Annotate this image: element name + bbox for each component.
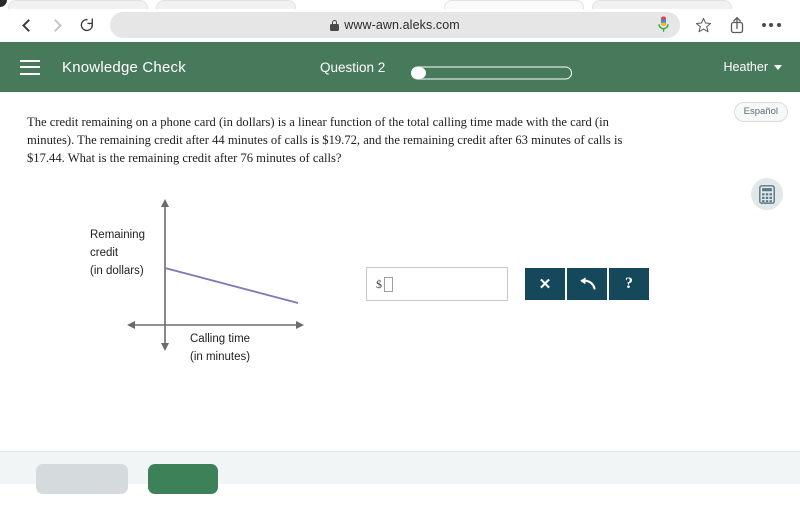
app-title: Knowledge Check bbox=[62, 58, 186, 76]
reload-button[interactable] bbox=[72, 10, 102, 40]
calculator-icon bbox=[759, 184, 775, 204]
forward-button[interactable] bbox=[42, 10, 72, 40]
chevron-left-icon bbox=[22, 18, 35, 32]
x-axis-arrow-right bbox=[296, 321, 304, 329]
footer-bar bbox=[0, 451, 800, 494]
star-icon bbox=[695, 17, 711, 32]
x-axis-label-line-1: Calling time bbox=[190, 333, 251, 345]
address-bar[interactable]: www-awn.aleks.com bbox=[110, 12, 680, 38]
address-bar-content: www-awn.aleks.com bbox=[330, 18, 460, 32]
question-line-1: The credit remaining on a phone card (in… bbox=[27, 115, 609, 129]
clear-button[interactable]: ✕ bbox=[524, 267, 566, 301]
user-name-label: Heather bbox=[723, 60, 768, 74]
help-icon: ? bbox=[625, 275, 633, 292]
chevron-down-icon bbox=[774, 64, 782, 70]
app-header: Knowledge Check Question 2 Heather bbox=[0, 42, 800, 92]
y-axis-arrow-down bbox=[161, 343, 169, 351]
hamburger-menu-icon[interactable] bbox=[20, 59, 40, 75]
data-line-series-0 bbox=[164, 267, 299, 304]
question-text: The credit remaining on a phone card (in… bbox=[27, 114, 692, 168]
answer-input[interactable]: $ bbox=[366, 267, 508, 301]
question-label: Question 2 bbox=[320, 59, 386, 75]
footer-primary-button[interactable] bbox=[148, 464, 218, 494]
lock-icon bbox=[330, 19, 340, 31]
bookmark-button[interactable] bbox=[686, 10, 720, 40]
microphone-icon[interactable] bbox=[657, 16, 670, 34]
calculator-button[interactable] bbox=[751, 178, 783, 210]
more-options-icon bbox=[761, 23, 781, 27]
browser-toolbar: www-awn.aleks.com bbox=[0, 8, 800, 42]
undo-button[interactable] bbox=[566, 267, 608, 301]
close-icon: ✕ bbox=[538, 275, 552, 293]
y-axis-label-line-3: (in dollars) bbox=[90, 264, 144, 277]
y-axis-label-line-1: Remaining bbox=[90, 229, 145, 241]
help-button[interactable]: ? bbox=[608, 267, 650, 301]
question-line-2: minutes). The remaining credit after 44 … bbox=[27, 132, 623, 147]
graph-figure: Remaining credit (in dollars) Calling ti… bbox=[85, 195, 325, 380]
browser-tab-strip bbox=[0, 0, 800, 9]
y-axis-label-line-2: credit bbox=[90, 246, 119, 259]
answer-tool-buttons: ✕ ? bbox=[524, 267, 650, 301]
y-axis-arrow-up bbox=[161, 199, 169, 207]
back-button[interactable] bbox=[12, 10, 42, 40]
undo-arrow-icon bbox=[580, 277, 596, 290]
question-line-3: $17.44. What is the remaining credit aft… bbox=[27, 150, 342, 165]
main-content: Español The credit remaining on a phone … bbox=[0, 92, 800, 494]
share-icon bbox=[730, 17, 744, 34]
answer-row: $ ✕ ? bbox=[366, 267, 650, 301]
x-axis-label: Calling time (in minutes) bbox=[190, 331, 250, 367]
espanol-button[interactable]: Español bbox=[733, 102, 788, 122]
more-options-button[interactable] bbox=[754, 10, 788, 40]
currency-prefix: $ bbox=[376, 276, 382, 291]
share-button[interactable] bbox=[720, 10, 754, 40]
x-axis-arrow-left bbox=[127, 321, 135, 329]
x-axis-label-line-2: (in minutes) bbox=[190, 350, 251, 363]
user-menu-button[interactable]: Heather bbox=[724, 60, 782, 74]
chevron-right-icon bbox=[49, 18, 62, 32]
text-cursor-box bbox=[384, 276, 393, 292]
footer-secondary-button[interactable] bbox=[36, 464, 128, 494]
tab-strip-corner bbox=[0, 0, 7, 7]
reload-icon bbox=[80, 18, 93, 32]
url-text: www-awn.aleks.com bbox=[344, 18, 460, 32]
y-axis-label: Remaining credit (in dollars) bbox=[90, 227, 145, 280]
browser-chrome: www-awn.aleks.com bbox=[0, 0, 800, 42]
progress-bar bbox=[411, 66, 572, 80]
progress-bar-fill bbox=[412, 67, 426, 79]
